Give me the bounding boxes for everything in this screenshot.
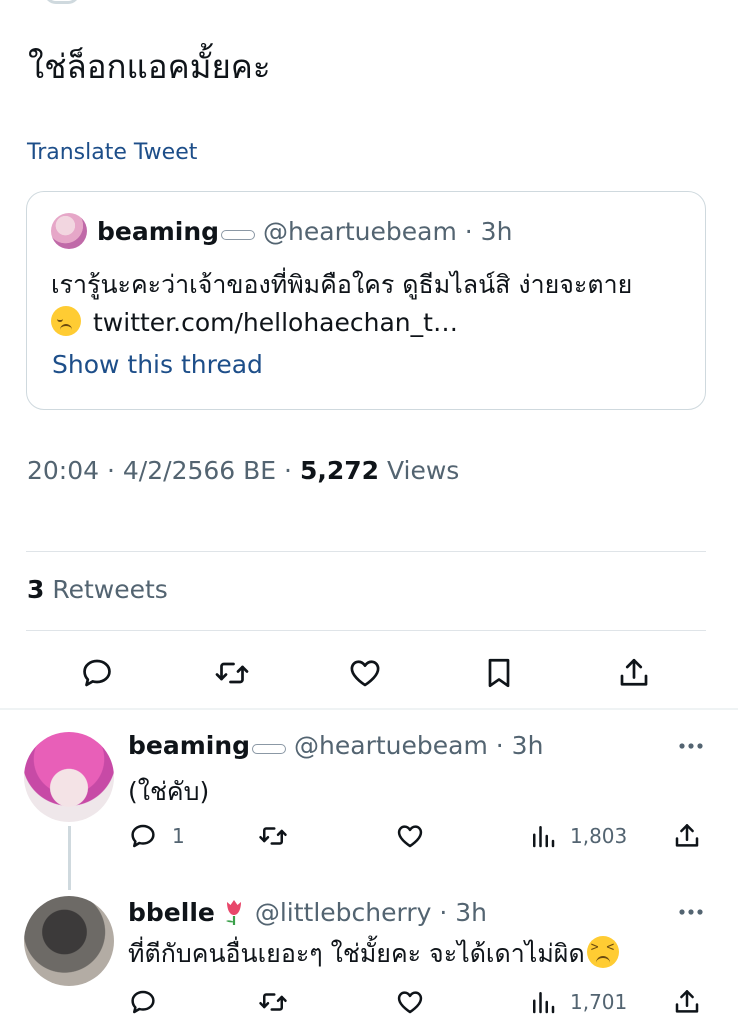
share-button[interactable] — [612, 651, 656, 695]
views-count: 1,803 — [570, 824, 628, 848]
retweet-button[interactable] — [210, 651, 254, 695]
views-count: 5,272 — [299, 456, 380, 485]
views-label: Views — [386, 456, 460, 485]
retweets-label: Retweets — [52, 575, 168, 604]
reply-header: bbelle @littlebcherry · 3h — [128, 895, 487, 929]
more-options-icon[interactable] — [676, 902, 706, 922]
dot-separator: · — [487, 730, 512, 760]
persevering-face-icon — [586, 936, 619, 968]
reply-text: (ใช่คับ) — [128, 777, 210, 806]
views-button[interactable]: 1,701 — [528, 986, 627, 1018]
section-divider — [0, 708, 738, 710]
quoted-tweet-text: เรารู้นะคะว่าเจ้าของที่พิมคือใคร ดูธีมไล… — [51, 270, 633, 299]
retweets-stat[interactable]: 3 Retweets — [27, 575, 168, 604]
translate-tweet-link[interactable]: Translate Tweet — [27, 140, 197, 165]
reply-button[interactable] — [75, 651, 119, 695]
reply-button[interactable] — [128, 986, 158, 1018]
avatar[interactable] — [51, 213, 87, 249]
heart-icon — [397, 825, 423, 848]
reply-action-bar: 1,701 — [128, 986, 708, 1018]
divider — [26, 551, 706, 552]
reply-author-name[interactable]: bbelle — [128, 898, 215, 927]
like-button[interactable] — [395, 820, 425, 852]
tweet-action-bar — [0, 651, 738, 695]
bookmark-button[interactable] — [477, 651, 521, 695]
retweet-button[interactable] — [258, 986, 288, 1018]
like-button[interactable] — [343, 651, 387, 695]
quoted-author-handle[interactable]: @heartuebeam — [263, 217, 457, 246]
retweet-button[interactable] — [258, 820, 288, 852]
dot-separator: · — [107, 456, 123, 485]
heart-icon — [397, 991, 423, 1014]
reply-text-line: ที่ตีกับคนอื่นเยอะๆ ใช่มั้ยคะ จะได้เดาไม… — [128, 934, 619, 974]
tweet-text: ใช่ล็อกแอคมั้ยคะ — [28, 47, 271, 86]
reply-icon — [131, 990, 155, 1014]
bookmark-icon — [488, 658, 510, 688]
dot-separator: · — [431, 897, 456, 927]
reply-icon — [131, 824, 155, 848]
more-options-icon[interactable] — [676, 736, 706, 756]
quoted-tweet-card[interactable]: beaming @heartuebeam · 3h เรารู้นะคะว่าเ… — [26, 191, 706, 410]
reply-count: 1 — [172, 824, 185, 848]
reply-header: beaming @heartuebeam · 3h — [128, 728, 543, 762]
analytics-icon — [533, 826, 555, 848]
quoted-time[interactable]: 3h — [481, 217, 513, 246]
show-thread-link[interactable]: Show this thread — [52, 350, 263, 379]
previous-avatar-edge — [44, 0, 80, 4]
share-icon — [675, 824, 699, 847]
share-button[interactable] — [672, 820, 702, 852]
reply-action-bar: 1 1,803 — [128, 820, 708, 852]
divider — [26, 630, 706, 631]
reply-author-handle[interactable]: @littlebcherry — [255, 898, 432, 927]
name-badge-icon — [221, 230, 256, 240]
retweet-icon — [259, 993, 287, 1011]
reply-time[interactable]: 3h — [512, 731, 544, 760]
quoted-tweet-header: beaming @heartuebeam · 3h — [51, 213, 513, 249]
heart-icon — [350, 660, 380, 687]
retweets-count: 3 — [27, 575, 45, 604]
analytics-icon — [533, 992, 555, 1014]
tweet-meta: 20:04 · 4/2/2566 BE · 5,272 Views — [27, 456, 459, 485]
disappointed-face-icon — [51, 306, 81, 336]
retweet-icon — [259, 827, 287, 845]
reply-author-name[interactable]: beaming — [128, 731, 250, 760]
like-button[interactable] — [395, 986, 425, 1018]
thread-connector — [68, 826, 71, 890]
dot-separator: · — [456, 216, 481, 246]
share-icon — [675, 990, 699, 1013]
share-icon — [620, 658, 648, 686]
retweet-icon — [215, 662, 249, 684]
quoted-tweet-link-line: twitter.com/hellohaechan_t… — [51, 304, 691, 342]
reply-icon — [83, 659, 111, 687]
quoted-tweet-link[interactable]: twitter.com/hellohaechan_t… — [93, 308, 458, 337]
dot-separator: · — [284, 456, 300, 485]
quoted-tweet-body: เรารู้นะคะว่าเจ้าของที่พิมคือใคร ดูธีมไล… — [51, 266, 691, 342]
quoted-author-name[interactable]: beaming — [97, 217, 219, 246]
tweet-time[interactable]: 20:04 — [27, 456, 99, 485]
avatar[interactable] — [24, 732, 114, 822]
reply-time[interactable]: 3h — [455, 898, 487, 927]
reply-author-handle[interactable]: @heartuebeam — [294, 731, 488, 760]
reply-text: ที่ตีกับคนอื่นเยอะๆ ใช่มั้ยคะ จะได้เดาไม… — [128, 939, 585, 968]
share-button[interactable] — [672, 986, 702, 1018]
views-button[interactable]: 1,803 — [528, 820, 627, 852]
tweet-date[interactable]: 4/2/2566 BE — [123, 456, 276, 485]
reply-button[interactable]: 1 — [128, 820, 185, 852]
name-badge-icon — [252, 744, 287, 754]
avatar[interactable] — [24, 896, 114, 986]
tulip-icon — [225, 900, 241, 925]
views-count: 1,701 — [570, 990, 628, 1014]
